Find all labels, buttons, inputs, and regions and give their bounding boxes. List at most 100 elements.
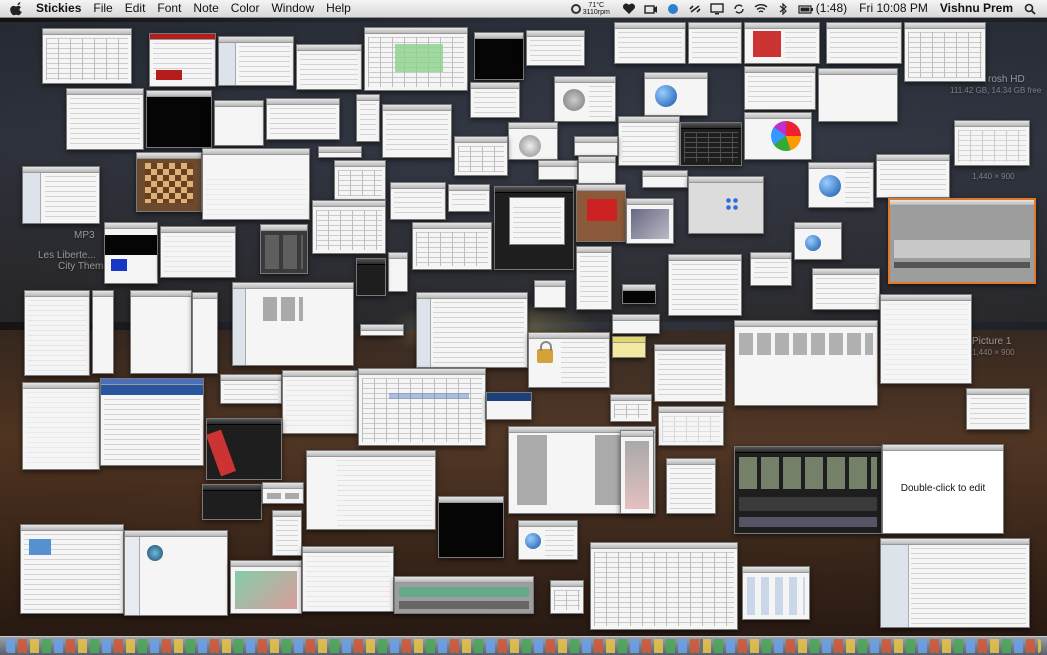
window-thumbnail[interactable] (904, 22, 986, 82)
window-thumbnail[interactable] (620, 430, 654, 514)
window-thumbnail[interactable] (590, 542, 738, 630)
window-thumbnail[interactable] (518, 520, 578, 560)
battery-status[interactable]: (1:48) (798, 0, 849, 17)
window-thumbnail[interactable] (876, 154, 950, 198)
menu-note[interactable]: Note (187, 0, 224, 17)
window-thumbnail[interactable] (334, 160, 386, 200)
window-thumbnail[interactable] (574, 136, 618, 156)
window-thumbnail[interactable] (438, 496, 504, 558)
window-thumbnail[interactable] (818, 68, 898, 122)
window-thumbnail[interactable] (880, 294, 972, 384)
window-thumbnail[interactable] (218, 36, 294, 86)
window-thumbnail[interactable] (312, 200, 386, 254)
window-thumbnail[interactable] (360, 324, 404, 336)
window-thumbnail[interactable] (302, 546, 394, 612)
window-thumbnail[interactable] (526, 30, 585, 66)
window-thumbnail[interactable] (390, 182, 446, 220)
window-thumbnail[interactable] (160, 226, 236, 278)
window-thumbnail[interactable] (470, 82, 520, 118)
window-thumbnail[interactable] (104, 222, 158, 284)
window-thumbnail[interactable] (578, 156, 616, 184)
app-menu[interactable]: Stickies (30, 0, 87, 17)
window-thumbnail[interactable] (612, 336, 646, 358)
window-thumbnail[interactable] (508, 122, 558, 160)
window-thumbnail[interactable] (416, 292, 528, 368)
window-thumbnail[interactable] (626, 198, 674, 244)
window-thumbnail[interactable] (688, 22, 742, 64)
apple-icon[interactable] (10, 1, 24, 16)
window-thumbnail[interactable] (808, 162, 874, 208)
window-thumbnail[interactable] (364, 27, 468, 91)
window-thumbnail[interactable] (149, 33, 216, 87)
window-thumbnail[interactable] (744, 22, 820, 64)
window-thumbnail[interactable] (136, 152, 202, 212)
window-thumbnail[interactable] (262, 482, 304, 504)
window-thumbnail[interactable] (744, 66, 816, 110)
sticky-note-text[interactable]: Double-click to edit (883, 483, 1003, 494)
window-thumbnail[interactable] (954, 120, 1030, 166)
spotlight-icon[interactable] (1023, 3, 1037, 15)
user-menu[interactable]: Vishnu Prem (934, 0, 1019, 17)
globe-icon[interactable] (666, 3, 680, 15)
window-thumbnail[interactable] (654, 344, 726, 402)
window-thumbnail[interactable] (474, 32, 524, 80)
window-thumbnail[interactable] (888, 198, 1036, 284)
bluetooth-icon[interactable] (776, 2, 790, 15)
window-thumbnail[interactable] (356, 258, 386, 296)
window-thumbnail[interactable] (554, 76, 616, 122)
window-thumbnail[interactable] (306, 450, 436, 530)
window-thumbnail[interactable] (382, 104, 452, 158)
menu-help[interactable]: Help (320, 0, 357, 17)
link-icon[interactable] (688, 3, 702, 15)
weather-status[interactable]: 71°C 3110rpm (569, 2, 614, 16)
sticky-note-window[interactable]: Double-click to edit (882, 444, 1004, 534)
window-thumbnail[interactable] (24, 290, 90, 376)
window-thumbnail[interactable] (20, 524, 124, 614)
menu-window[interactable]: Window (265, 0, 320, 17)
window-thumbnail[interactable] (614, 22, 686, 64)
window-thumbnail[interactable] (538, 160, 578, 180)
window-thumbnail[interactable] (576, 246, 612, 310)
window-thumbnail[interactable] (412, 222, 492, 270)
window-thumbnail[interactable] (680, 122, 742, 166)
window-thumbnail[interactable] (966, 388, 1030, 430)
sync-icon[interactable] (732, 3, 746, 15)
window-thumbnail[interactable] (610, 394, 652, 422)
window-thumbnail[interactable] (130, 290, 192, 374)
window-thumbnail[interactable] (486, 392, 532, 420)
window-thumbnail[interactable] (642, 170, 688, 188)
window-thumbnail[interactable] (742, 566, 810, 620)
window-thumbnail[interactable] (812, 268, 880, 310)
window-thumbnail[interactable] (22, 166, 100, 224)
window-thumbnail[interactable] (668, 254, 742, 316)
window-thumbnail[interactable] (266, 98, 340, 140)
window-thumbnail[interactable] (794, 222, 842, 260)
window-thumbnail[interactable] (272, 510, 302, 556)
window-thumbnail[interactable] (66, 88, 144, 150)
window-thumbnail[interactable] (22, 382, 100, 470)
window-thumbnail[interactable] (744, 112, 812, 160)
window-thumbnail[interactable] (388, 252, 408, 292)
desktop-file-label[interactable]: Les Liberte... (38, 250, 96, 261)
window-thumbnail[interactable] (192, 292, 218, 374)
window-thumbnail[interactable] (612, 314, 660, 334)
window-thumbnail[interactable] (206, 418, 282, 480)
window-thumbnail[interactable] (734, 446, 882, 534)
desktop-mp3-label[interactable]: MP3 (74, 230, 95, 241)
menu-font[interactable]: Font (151, 0, 187, 17)
window-thumbnail[interactable] (214, 100, 264, 146)
monitor-icon[interactable] (710, 2, 724, 15)
window-thumbnail[interactable] (644, 72, 708, 116)
menu-file[interactable]: File (87, 0, 118, 17)
window-thumbnail[interactable] (658, 406, 724, 446)
window-thumbnail[interactable] (826, 22, 902, 64)
window-thumbnail[interactable] (100, 378, 204, 466)
wifi-icon[interactable] (754, 3, 768, 15)
desktop-picture-label[interactable]: Picture 1 (972, 336, 1011, 347)
menu-color[interactable]: Color (225, 0, 266, 17)
window-thumbnail[interactable] (358, 368, 486, 446)
desktop-drive-label[interactable]: rosh HD (988, 74, 1025, 85)
menu-edit[interactable]: Edit (119, 0, 152, 17)
window-thumbnail[interactable] (146, 90, 212, 148)
window-thumbnail[interactable] (356, 94, 380, 142)
